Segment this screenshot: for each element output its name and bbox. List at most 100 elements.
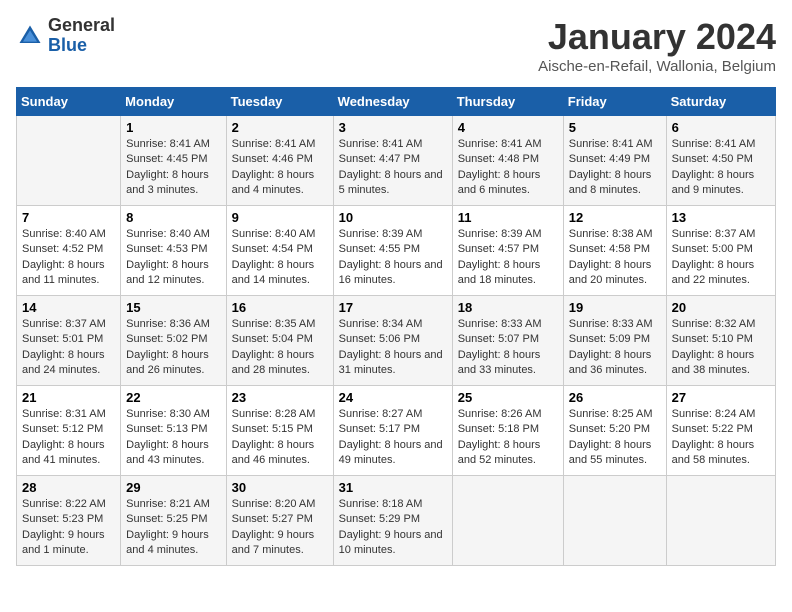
weekday-header: Friday [563, 88, 666, 116]
day-info: Sunrise: 8:33 AMSunset: 5:09 PMDaylight:… [569, 317, 661, 379]
day-number: 15 [126, 300, 220, 315]
day-number: 8 [126, 210, 220, 225]
calendar-cell [666, 476, 775, 566]
location-subtitle: Aische-en-Refail, Wallonia, Belgium [538, 58, 776, 75]
calendar-cell: 29 Sunrise: 8:21 AMSunset: 5:25 PMDayligh… [121, 476, 226, 566]
logo-text: General Blue [48, 16, 115, 56]
day-info: Sunrise: 8:41 AMSunset: 4:50 PMDaylight:… [672, 137, 770, 199]
day-info: Sunrise: 8:28 AMSunset: 5:15 PMDaylight:… [232, 407, 328, 469]
day-info: Sunrise: 8:40 AMSunset: 4:53 PMDaylight:… [126, 227, 220, 289]
day-info: Sunrise: 8:20 AMSunset: 5:27 PMDaylight:… [232, 497, 328, 559]
calendar-table: SundayMondayTuesdayWednesdayThursdayFrid… [16, 87, 776, 566]
day-info: Sunrise: 8:37 AMSunset: 5:01 PMDaylight:… [22, 317, 115, 379]
day-info: Sunrise: 8:41 AMSunset: 4:48 PMDaylight:… [458, 137, 558, 199]
day-number: 11 [458, 210, 558, 225]
calendar-cell [563, 476, 666, 566]
calendar-cell: 12Sunrise: 8:38 AMSunset: 4:58 PMDayligh… [563, 206, 666, 296]
calendar-cell: 1Sunrise: 8:41 AMSunset: 4:45 PMDaylight… [121, 116, 226, 206]
calendar-cell: 15 Sunrise: 8:36 AMSunset: 5:02 PMDayligh… [121, 296, 226, 386]
calendar-cell: 14 Sunrise: 8:37 AMSunset: 5:01 PMDayligh… [17, 296, 121, 386]
day-number: 20 [672, 300, 770, 315]
day-number: 31 [339, 480, 447, 495]
day-number: 13 [672, 210, 770, 225]
day-number: 21 [22, 390, 115, 405]
day-info: Sunrise: 8:39 AMSunset: 4:57 PMDaylight:… [458, 227, 558, 289]
calendar-cell: 18 Sunrise: 8:33 AMSunset: 5:07 PMDayligh… [452, 296, 563, 386]
page-header: General Blue January 2024 Aische-en-Refa… [16, 16, 776, 75]
weekday-header: Tuesday [226, 88, 333, 116]
calendar-week-row: 7Sunrise: 8:40 AMSunset: 4:52 PMDaylight… [17, 206, 776, 296]
day-info: Sunrise: 8:30 AMSunset: 5:13 PMDaylight:… [126, 407, 220, 469]
day-info: Sunrise: 8:36 AMSunset: 5:02 PMDaylight:… [126, 317, 220, 379]
weekday-header: Saturday [666, 88, 775, 116]
calendar-cell: 10 Sunrise: 8:39 AMSunset: 4:55 PMDayligh… [333, 206, 452, 296]
day-number: 19 [569, 300, 661, 315]
day-info: Sunrise: 8:41 AMSunset: 4:46 PMDaylight:… [232, 137, 328, 199]
day-number: 4 [458, 120, 558, 135]
calendar-cell: 31Sunrise: 8:18 AMSunset: 5:29 PMDayligh… [333, 476, 452, 566]
day-info: Sunrise: 8:41 AMSunset: 4:45 PMDaylight:… [126, 137, 220, 199]
day-info: Sunrise: 8:34 AMSunset: 5:06 PMDaylight:… [339, 317, 447, 379]
calendar-week-row: 1Sunrise: 8:41 AMSunset: 4:45 PMDaylight… [17, 116, 776, 206]
calendar-cell: 5Sunrise: 8:41 AMSunset: 4:49 PMDaylight… [563, 116, 666, 206]
calendar-cell: 21Sunrise: 8:31 AMSunset: 5:12 PMDayligh… [17, 386, 121, 476]
calendar-cell: 4 Sunrise: 8:41 AMSunset: 4:48 PMDaylight… [452, 116, 563, 206]
calendar-cell: 2Sunrise: 8:41 AMSunset: 4:46 PMDaylight… [226, 116, 333, 206]
logo-icon [16, 22, 44, 50]
day-number: 7 [22, 210, 115, 225]
logo: General Blue [16, 16, 115, 56]
calendar-week-row: 21Sunrise: 8:31 AMSunset: 5:12 PMDayligh… [17, 386, 776, 476]
calendar-cell: 11 Sunrise: 8:39 AMSunset: 4:57 PMDayligh… [452, 206, 563, 296]
calendar-cell: 6 Sunrise: 8:41 AMSunset: 4:50 PMDaylight… [666, 116, 775, 206]
calendar-cell: 25 Sunrise: 8:26 AMSunset: 5:18 PMDayligh… [452, 386, 563, 476]
logo-blue: Blue [48, 36, 115, 56]
day-info: Sunrise: 8:37 AMSunset: 5:00 PMDaylight:… [672, 227, 770, 289]
calendar-cell: 8 Sunrise: 8:40 AMSunset: 4:53 PMDaylight… [121, 206, 226, 296]
day-number: 28 [22, 480, 115, 495]
day-info: Sunrise: 8:24 AMSunset: 5:22 PMDaylight:… [672, 407, 770, 469]
day-info: Sunrise: 8:41 AMSunset: 4:47 PMDaylight:… [339, 137, 447, 199]
calendar-cell: 20Sunrise: 8:32 AMSunset: 5:10 PMDayligh… [666, 296, 775, 386]
day-number: 10 [339, 210, 447, 225]
weekday-header: Monday [121, 88, 226, 116]
day-info: Sunrise: 8:39 AMSunset: 4:55 PMDaylight:… [339, 227, 447, 289]
calendar-cell: 13 Sunrise: 8:37 AMSunset: 5:00 PMDayligh… [666, 206, 775, 296]
calendar-header-row: SundayMondayTuesdayWednesdayThursdayFrid… [17, 88, 776, 116]
calendar-cell: 17 Sunrise: 8:34 AMSunset: 5:06 PMDayligh… [333, 296, 452, 386]
day-number: 6 [672, 120, 770, 135]
calendar-cell: 7Sunrise: 8:40 AMSunset: 4:52 PMDaylight… [17, 206, 121, 296]
day-info: Sunrise: 8:38 AMSunset: 4:58 PMDaylight:… [569, 227, 661, 289]
day-number: 24 [339, 390, 447, 405]
calendar-cell [452, 476, 563, 566]
calendar-cell: 3 Sunrise: 8:41 AMSunset: 4:47 PMDaylight… [333, 116, 452, 206]
day-number: 9 [232, 210, 328, 225]
day-number: 29 [126, 480, 220, 495]
day-info: Sunrise: 8:33 AMSunset: 5:07 PMDaylight:… [458, 317, 558, 379]
day-info: Sunrise: 8:35 AMSunset: 5:04 PMDaylight:… [232, 317, 328, 379]
day-number: 17 [339, 300, 447, 315]
day-info: Sunrise: 8:26 AMSunset: 5:18 PMDaylight:… [458, 407, 558, 469]
day-number: 25 [458, 390, 558, 405]
day-number: 18 [458, 300, 558, 315]
day-info: Sunrise: 8:25 AMSunset: 5:20 PMDaylight:… [569, 407, 661, 469]
calendar-week-row: 28Sunrise: 8:22 AMSunset: 5:23 PMDayligh… [17, 476, 776, 566]
month-title: January 2024 [538, 16, 776, 58]
calendar-cell: 26 Sunrise: 8:25 AMSunset: 5:20 PMDayligh… [563, 386, 666, 476]
day-number: 5 [569, 120, 661, 135]
calendar-cell [17, 116, 121, 206]
calendar-cell: 30Sunrise: 8:20 AMSunset: 5:27 PMDayligh… [226, 476, 333, 566]
day-info: Sunrise: 8:21 AMSunset: 5:25 PMDaylight:… [126, 497, 220, 559]
calendar-cell: 9Sunrise: 8:40 AMSunset: 4:54 PMDaylight… [226, 206, 333, 296]
calendar-cell: 16Sunrise: 8:35 AMSunset: 5:04 PMDayligh… [226, 296, 333, 386]
title-block: January 2024 Aische-en-Refail, Wallonia,… [538, 16, 776, 75]
calendar-cell: 27 Sunrise: 8:24 AMSunset: 5:22 PMDayligh… [666, 386, 775, 476]
day-number: 14 [22, 300, 115, 315]
calendar-cell: 24Sunrise: 8:27 AMSunset: 5:17 PMDayligh… [333, 386, 452, 476]
day-number: 3 [339, 120, 447, 135]
day-number: 26 [569, 390, 661, 405]
calendar-week-row: 14 Sunrise: 8:37 AMSunset: 5:01 PMDayligh… [17, 296, 776, 386]
day-number: 22 [126, 390, 220, 405]
weekday-header: Thursday [452, 88, 563, 116]
logo-general: General [48, 16, 115, 36]
day-number: 27 [672, 390, 770, 405]
